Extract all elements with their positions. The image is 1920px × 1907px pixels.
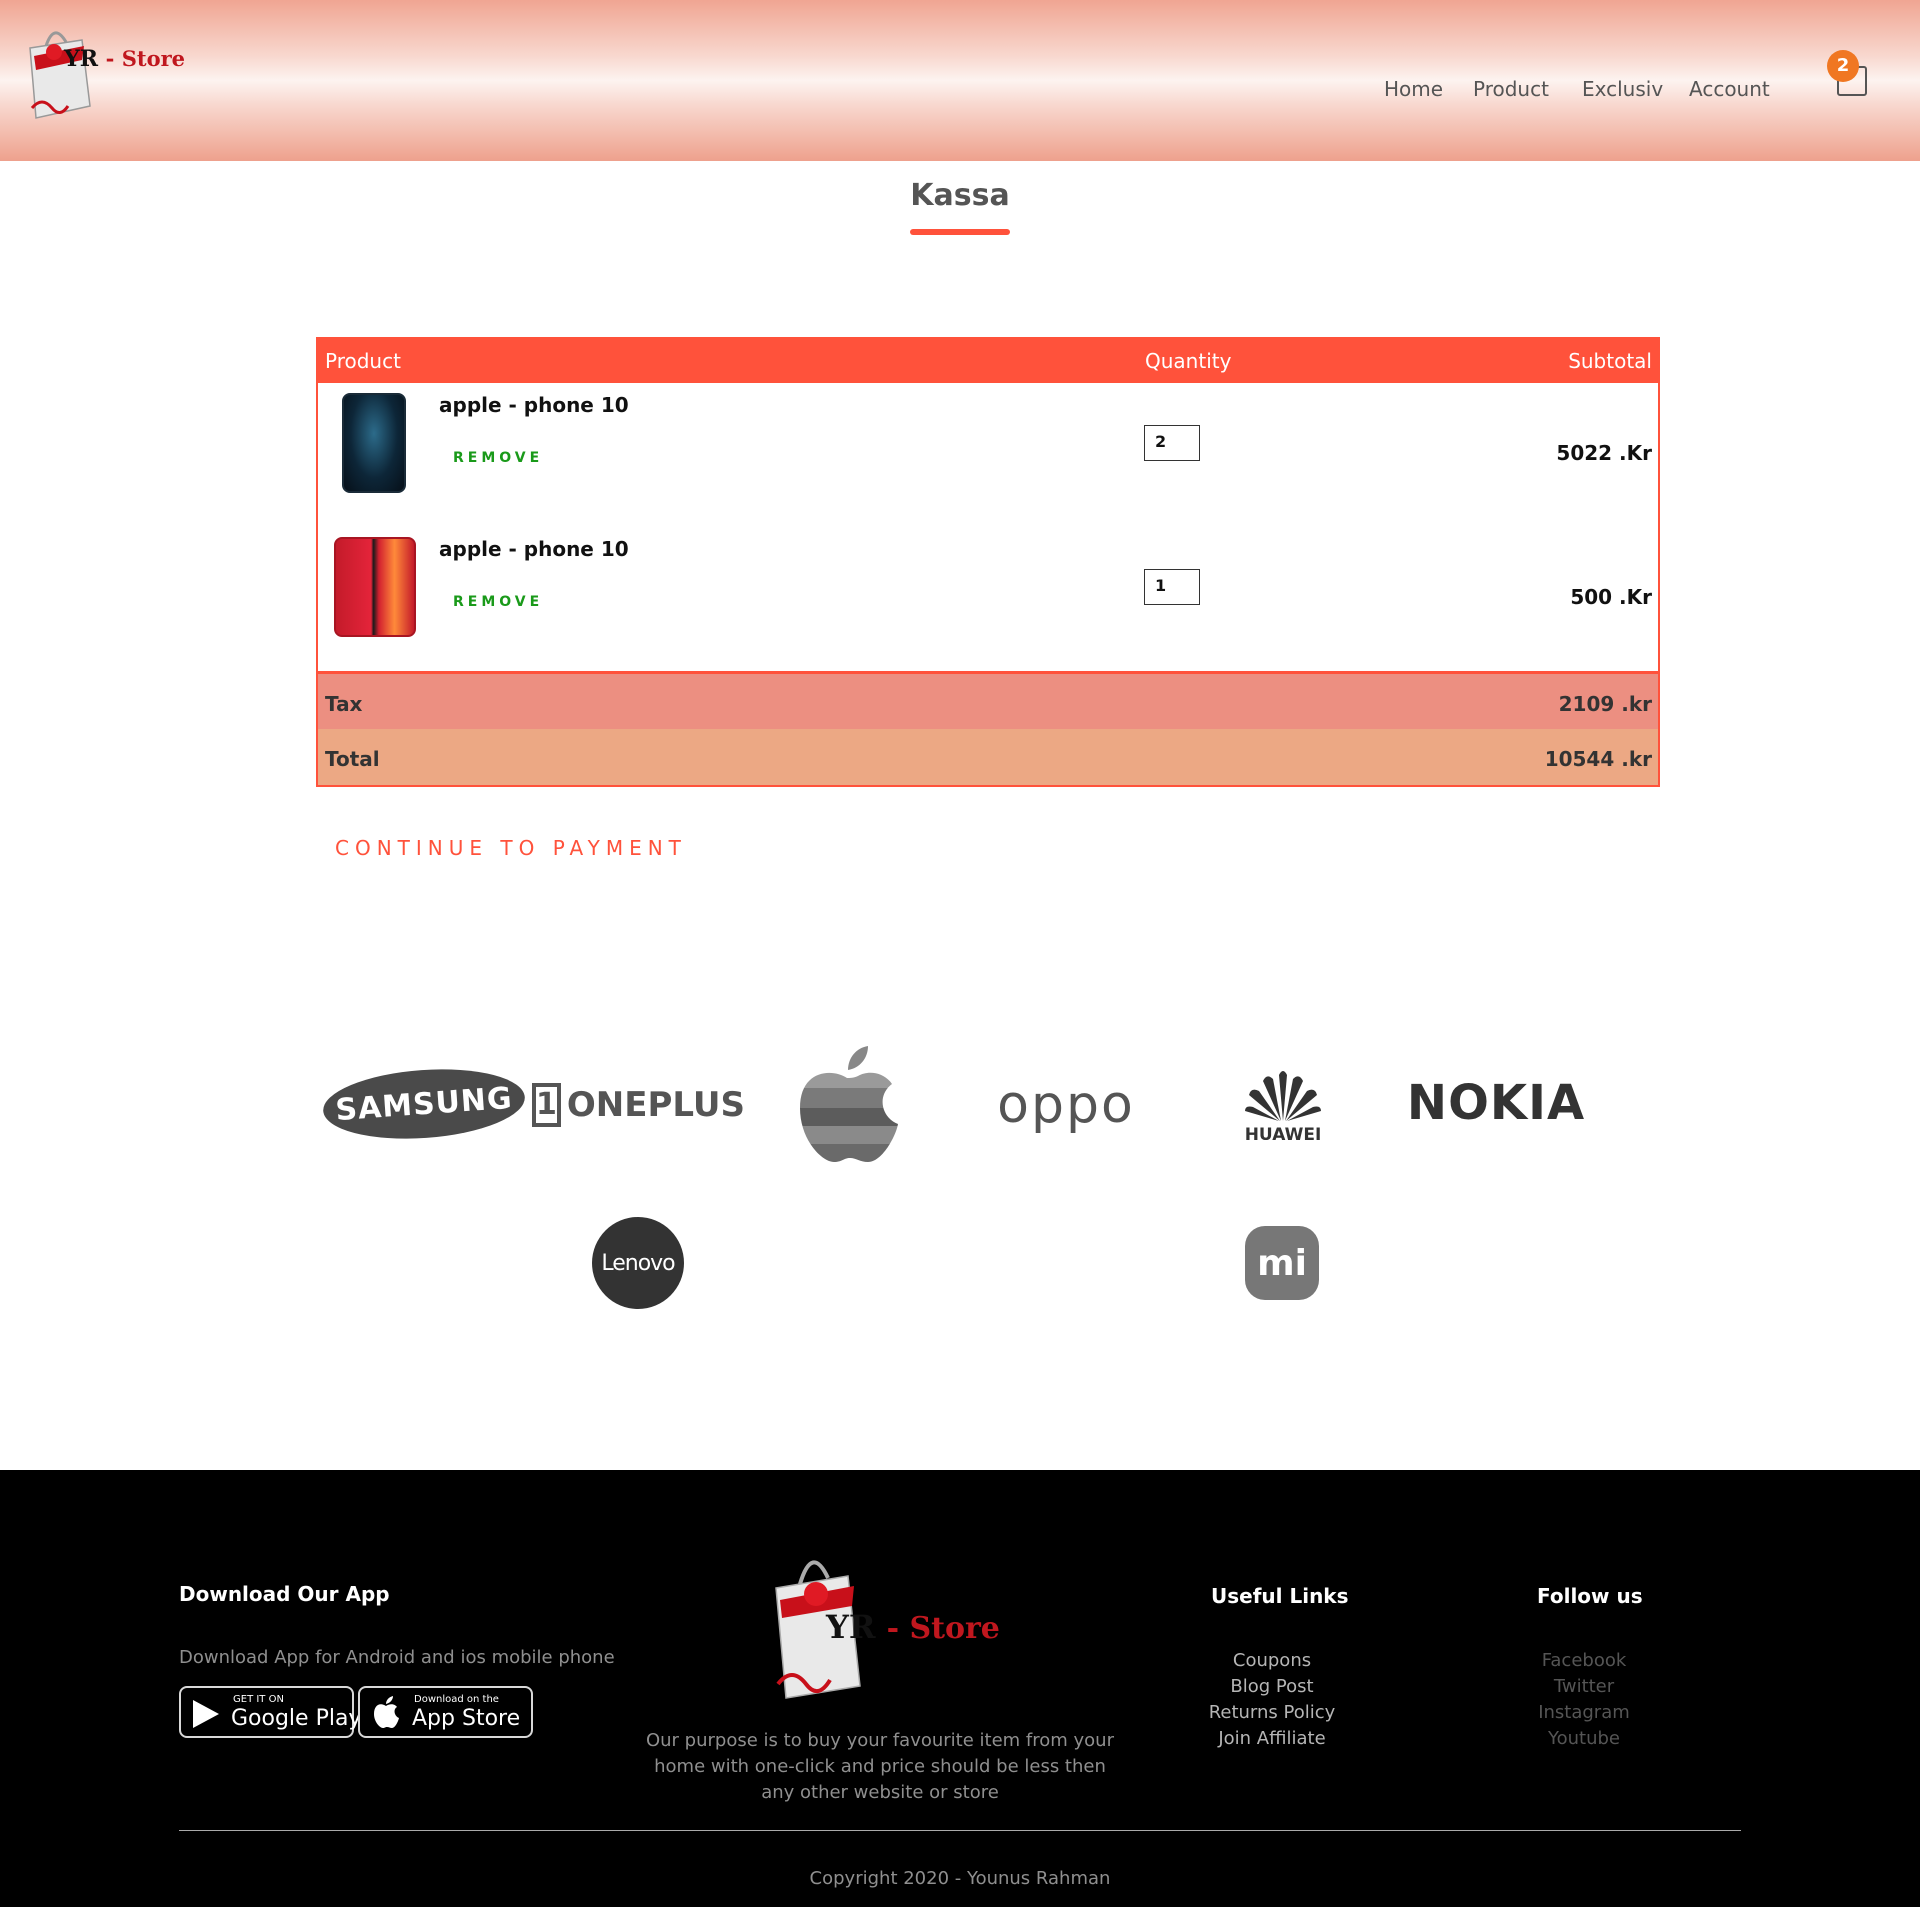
app-store-small-text: Download on the — [414, 1694, 499, 1705]
quantity-input[interactable]: 2 — [1144, 425, 1200, 461]
useful-links-heading: Useful Links — [1211, 1584, 1349, 1608]
link-youtube[interactable]: Youtube — [1484, 1726, 1684, 1752]
google-play-label: Google Play — [231, 1706, 362, 1731]
column-header-product: Product — [325, 349, 401, 373]
product-name: apple - phone 10 — [439, 537, 629, 561]
play-store-icon — [193, 1700, 219, 1728]
column-header-subtotal: Subtotal — [1568, 349, 1652, 373]
remove-link[interactable]: REMOVE — [453, 450, 543, 466]
follow-us-heading: Follow us — [1537, 1584, 1643, 1608]
tax-row: Tax 2109 .kr — [318, 674, 1658, 729]
item-subtotal: 5022 .Kr — [1556, 441, 1652, 465]
link-join-affiliate[interactable]: Join Affiliate — [1160, 1726, 1384, 1752]
nav-product[interactable]: Product — [1473, 77, 1549, 101]
nokia-logo: NOKIA — [1406, 1075, 1586, 1131]
download-text: Download App for Android and ios mobile … — [179, 1647, 615, 1668]
cart-row: apple - phone 10 REMOVE 2 5022 .Kr — [318, 383, 1658, 523]
follow-links-list: Facebook Twitter Instagram Youtube — [1484, 1648, 1684, 1752]
logo-text: YR - Store — [64, 46, 185, 72]
huawei-wordmark: HUAWEI — [1244, 1125, 1322, 1145]
total-row: Total 10544 .kr — [318, 729, 1658, 785]
tax-label: Tax — [325, 692, 363, 716]
quantity-input[interactable]: 1 — [1144, 569, 1200, 605]
total-label: Total — [325, 747, 380, 771]
oppo-logo: oppo — [997, 1075, 1135, 1135]
purpose-text: Our purpose is to buy your favourite ite… — [645, 1730, 1114, 1803]
site-header: YR - Store Home Product Exclusiv Account… — [0, 0, 1920, 161]
cart-count-badge: 2 — [1827, 50, 1859, 82]
google-play-small-text: GET IT ON — [233, 1694, 284, 1705]
tax-value: 2109 .kr — [1558, 692, 1652, 716]
link-coupons[interactable]: Coupons — [1160, 1648, 1384, 1674]
app-store-label: App Store — [412, 1706, 521, 1731]
download-heading: Download Our App — [179, 1582, 390, 1606]
column-header-quantity: Quantity — [1145, 349, 1232, 373]
cart-row: apple - phone 10 REMOVE 1 500 .Kr — [318, 527, 1658, 667]
cart-table: Product Quantity Subtotal apple - phone … — [316, 337, 1660, 787]
product-name: apple - phone 10 — [439, 393, 629, 417]
nav-account[interactable]: Account — [1689, 77, 1770, 101]
apple-logo-icon — [800, 1046, 898, 1162]
oneplus-logo: 1 ONEPLUS — [532, 1080, 745, 1130]
link-instagram[interactable]: Instagram — [1484, 1700, 1684, 1726]
lenovo-logo: Lenovo — [592, 1217, 684, 1309]
apple-icon — [374, 1696, 399, 1728]
link-twitter[interactable]: Twitter — [1484, 1674, 1684, 1700]
product-image — [342, 393, 406, 493]
remove-link[interactable]: REMOVE — [453, 594, 543, 610]
copyright-text: Copyright 2020 - Younus Rahman — [809, 1868, 1111, 1889]
title-underline — [910, 229, 1010, 235]
link-returns-policy[interactable]: Returns Policy — [1160, 1700, 1384, 1726]
samsung-logo: SAMSUNG — [320, 1063, 528, 1145]
app-store-button[interactable]: Download on the App Store — [358, 1686, 533, 1738]
continue-to-payment-link[interactable]: CONTINUE TO PAYMENT — [335, 836, 687, 860]
useful-links-list: Coupons Blog Post Returns Policy Join Af… — [1160, 1648, 1384, 1752]
link-blog-post[interactable]: Blog Post — [1160, 1674, 1384, 1700]
google-play-button[interactable]: GET IT ON Google Play — [179, 1686, 361, 1738]
oneplus-mark-icon: 1 — [532, 1083, 561, 1127]
table-header: Product Quantity Subtotal — [318, 339, 1658, 383]
link-facebook[interactable]: Facebook — [1484, 1648, 1684, 1674]
oneplus-wordmark: ONEPLUS — [566, 1085, 745, 1125]
site-footer: Download Our App Download App for Androi… — [0, 1470, 1920, 1907]
footer-logo-text: YR - Store — [826, 1608, 1000, 1646]
nav-home[interactable]: Home — [1384, 77, 1443, 101]
footer-divider — [179, 1830, 1741, 1831]
total-value: 10544 .kr — [1544, 747, 1652, 771]
huawei-petals-icon — [1245, 1071, 1321, 1121]
nav-exclusiv[interactable]: Exclusiv — [1582, 77, 1663, 101]
huawei-logo: HUAWEI — [1238, 1060, 1328, 1150]
page-title: Kassa — [910, 178, 1010, 213]
shopping-bag-logo-icon[interactable] — [24, 26, 194, 126]
xiaomi-logo: mi — [1245, 1226, 1319, 1300]
item-subtotal: 500 .Kr — [1570, 585, 1652, 609]
product-image — [334, 537, 416, 637]
